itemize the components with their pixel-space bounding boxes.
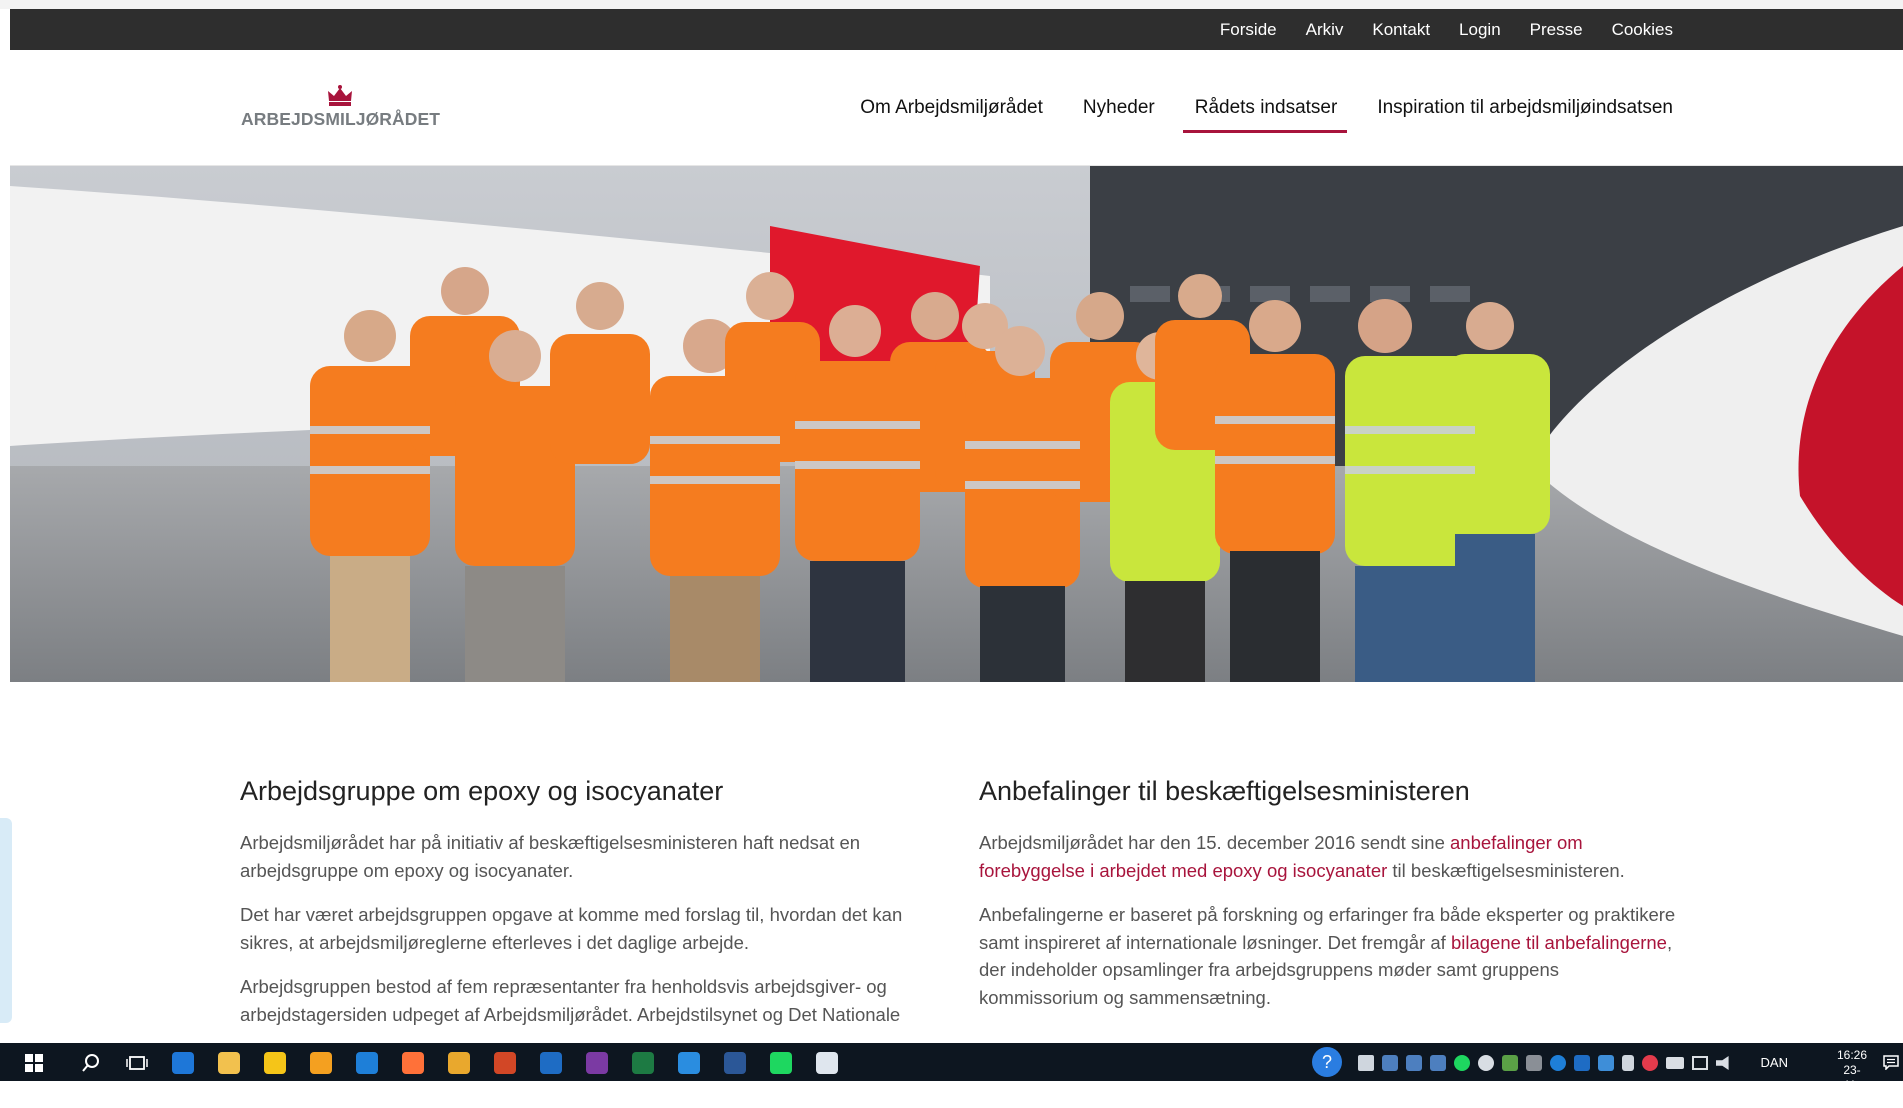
excel-icon[interactable]: [629, 1049, 657, 1077]
nav-inspiration[interactable]: Inspiration til arbejdsmiljøindsatsen: [1377, 91, 1673, 125]
ie-icon[interactable]: [675, 1049, 703, 1077]
nav-radets-indsatser[interactable]: Rådets indsatser: [1182, 91, 1347, 133]
network-icon[interactable]: [1692, 1056, 1708, 1070]
firefox-icon[interactable]: [399, 1049, 427, 1077]
word-icon[interactable]: [721, 1049, 749, 1077]
left-column: Arbejdsgruppe om epoxy og isocyanater Ar…: [240, 773, 940, 1045]
action-center-icon[interactable]: [1883, 1054, 1899, 1070]
left-heading: Arbejdsgruppe om epoxy og isocyanater: [240, 776, 724, 806]
left-paragraph-2: Det har været arbejdsgruppen opgave at k…: [240, 904, 903, 953]
tray-icons: [1358, 1055, 1758, 1071]
crown-icon: [328, 85, 352, 106]
volume-muted-icon[interactable]: [1716, 1056, 1729, 1070]
app-tray-icon[interactable]: [1526, 1055, 1542, 1071]
battery-icon[interactable]: [1666, 1057, 1684, 1069]
edge-icon[interactable]: [169, 1049, 197, 1077]
right-paragraph-2: Anbefalingerne er baseret på forskning o…: [979, 901, 1679, 1011]
bilagene-link[interactable]: bilagene til anbefalingerne: [1451, 932, 1667, 953]
document-icon[interactable]: [813, 1049, 841, 1077]
svg-text:?: ?: [1322, 1052, 1332, 1072]
onenote-icon[interactable]: [583, 1049, 611, 1077]
app-tray-icon[interactable]: [1642, 1055, 1658, 1071]
task-view-icon[interactable]: [123, 1049, 151, 1077]
utility-link-presse[interactable]: Presse: [1530, 20, 1583, 40]
browser-top-strip: [0, 0, 1903, 9]
shield-icon[interactable]: [1406, 1055, 1422, 1071]
site-header: ARBEJDSMILJØRÅDET Om Arbejdsmiljørådet N…: [10, 50, 1903, 166]
shield-icon[interactable]: [1382, 1055, 1398, 1071]
teamviewer-icon[interactable]: [353, 1049, 381, 1077]
search-icon[interactable]: [77, 1049, 105, 1077]
right-heading: Anbefalinger til beskæftigelsesministere…: [979, 776, 1470, 806]
powerpoint-icon[interactable]: [491, 1049, 519, 1077]
right-p1-text-after: til beskæftigelsesministeren.: [1387, 859, 1625, 881]
logo-wordmark: ARBEJDSMILJØRÅDET: [241, 109, 441, 129]
windows-taskbar: ? DAN 16:26 23-11-2017: [0, 1043, 1903, 1107]
file-explorer-icon[interactable]: [215, 1049, 243, 1077]
network-drive-icon[interactable]: [1598, 1055, 1614, 1071]
store-icon[interactable]: [261, 1049, 289, 1077]
shield-icon[interactable]: [1430, 1055, 1446, 1071]
app-tray-icon[interactable]: [1502, 1055, 1518, 1071]
utility-link-arkiv[interactable]: Arkiv: [1306, 20, 1344, 40]
utility-link-forside[interactable]: Forside: [1220, 20, 1277, 40]
left-paragraph-3: Arbejdsgruppen bestod af fem repræsentan…: [240, 976, 901, 1025]
spotify-icon[interactable]: [767, 1049, 795, 1077]
outlook-icon[interactable]: [537, 1049, 565, 1077]
teamviewer-tray-icon[interactable]: [1550, 1055, 1566, 1071]
gear-icon[interactable]: [1478, 1055, 1494, 1071]
windows-start-icon[interactable]: [25, 1054, 43, 1072]
right-column: Anbefalinger til beskæftigelsesministere…: [979, 773, 1679, 1028]
right-paragraph-1: Arbejdsmiljørådet har den 15. december 2…: [979, 829, 1679, 884]
site-logo[interactable]: ARBEJDSMILJØRÅDET: [241, 85, 441, 130]
clock-time: 16:26: [1836, 1048, 1867, 1062]
hero-image: [10, 166, 1903, 682]
system-clock[interactable]: 16:26 23-11-2017: [1837, 1048, 1867, 1108]
spotify-tray-icon[interactable]: [1454, 1055, 1470, 1071]
clock-date: 23-11-2017: [1838, 1063, 1866, 1107]
nav-nyheder[interactable]: Nyheder: [1083, 91, 1155, 125]
right-p1-text-before: Arbejdsmiljørådet har den 15. december 2…: [979, 832, 1450, 853]
hero-photo-illustration: [10, 166, 1903, 682]
utility-link-cookies[interactable]: Cookies: [1612, 20, 1673, 40]
side-edge-decoration: [0, 818, 12, 1023]
help-icon[interactable]: ?: [1311, 1046, 1343, 1078]
utility-link-kontakt[interactable]: Kontakt: [1372, 20, 1430, 40]
utility-nav: Forside Arkiv Kontakt Login Presse Cooki…: [1220, 9, 1673, 50]
left-paragraph-1: Arbejdsmiljørådet har på initiativ af be…: [240, 832, 861, 881]
main-nav: Om Arbejdsmiljørådet Nyheder Rådets inds…: [860, 50, 1673, 165]
utility-link-login[interactable]: Login: [1459, 20, 1501, 40]
language-indicator[interactable]: DAN: [1761, 1055, 1788, 1070]
nav-om-arbejdsmiljoradet[interactable]: Om Arbejdsmiljørådet: [860, 91, 1043, 125]
outlook-tray-icon[interactable]: [1574, 1055, 1590, 1071]
bluetooth-icon[interactable]: [1622, 1055, 1634, 1071]
utility-bar: Forside Arkiv Kontakt Login Presse Cooki…: [10, 9, 1903, 50]
chrome-icon[interactable]: [445, 1049, 473, 1077]
media-player-icon[interactable]: [307, 1049, 335, 1077]
printer-icon[interactable]: [1358, 1055, 1374, 1071]
